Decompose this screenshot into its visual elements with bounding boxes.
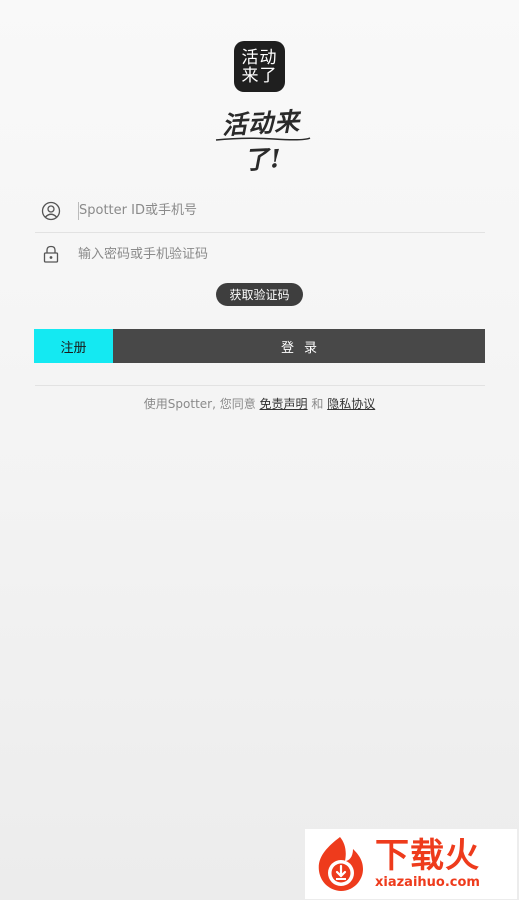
watermark-url: xiazaihuo.com	[375, 875, 480, 890]
watermark-brand: 下载火	[375, 836, 480, 876]
password-input[interactable]	[69, 239, 485, 269]
terms-conjunction: 和	[307, 397, 328, 411]
watermark-text: 下载火 xiazaihuo.com	[375, 837, 480, 891]
username-row	[35, 189, 485, 233]
download-fire-logo-icon	[318, 837, 363, 891]
username-input[interactable]	[78, 201, 485, 220]
app-logo-text: 活动来了	[241, 47, 278, 86]
app-logo: 活动来了	[234, 41, 285, 92]
divider	[35, 385, 485, 386]
password-row	[35, 232, 485, 276]
terms-notice: 使用Spotter, 您同意 免责声明 和 隐私协议	[0, 395, 519, 412]
privacy-policy-link[interactable]: 隐私协议	[327, 397, 375, 411]
padlock-icon	[35, 242, 69, 266]
watermark-banner: 下载火 xiazaihuo.com	[305, 829, 517, 899]
disclaimer-link[interactable]: 免责声明	[260, 397, 308, 411]
brand-underline-decoration	[215, 137, 311, 141]
terms-prefix: 使用Spotter, 您同意	[143, 397, 260, 411]
register-button[interactable]: 注册	[34, 329, 113, 363]
login-button[interactable]: 登录	[113, 329, 485, 363]
get-verification-code-button[interactable]: 获取验证码	[216, 283, 303, 306]
user-circle-icon	[35, 199, 69, 223]
